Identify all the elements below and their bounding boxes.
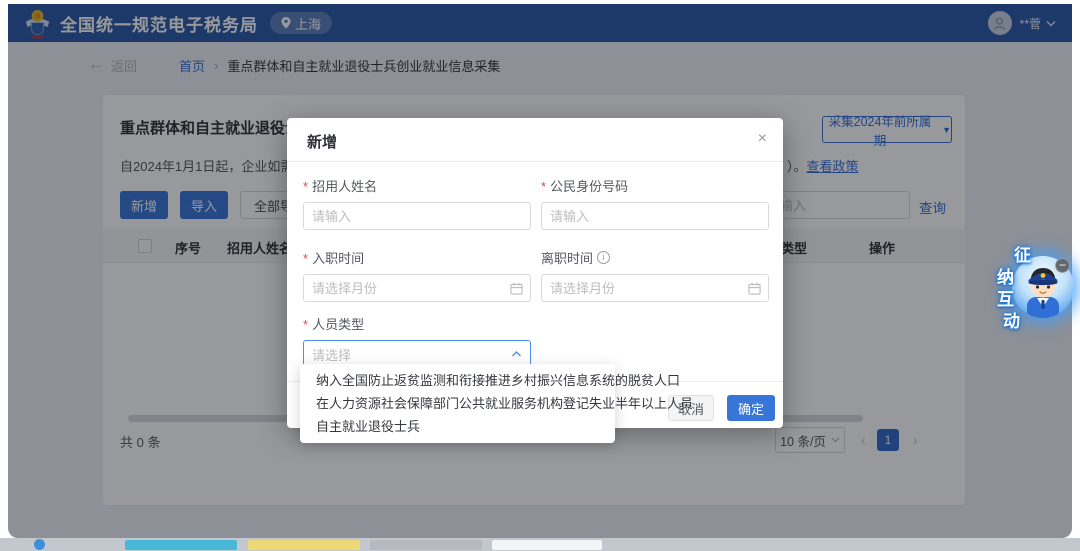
close-icon[interactable]: × [758,129,767,149]
modal-header: 新增 × [287,118,783,162]
select-placeholder: 请选择 [312,345,351,364]
hire-date-input[interactable] [303,274,531,302]
widget-char-zheng: 征 [1014,241,1031,266]
tax-interaction-widget[interactable]: 征 纳 互 动 − [995,235,1080,335]
field-hire-date: 入职时间 [303,248,531,302]
dropdown-option[interactable]: 纳入全国防止返贫监测和衔接推进乡村振兴信息系统的脱贫人口 [300,369,615,392]
field-label: 入职时间 [303,248,364,267]
field-label: 招用人姓名 [303,176,377,195]
field-label: 人员类型 [303,314,364,333]
citizen-id-input[interactable] [541,202,769,230]
taskbar-item[interactable] [248,540,360,550]
os-taskbar [0,538,1080,551]
confirm-button[interactable]: 确定 [727,395,775,421]
field-leave-date: 离职时间 i [541,248,769,302]
dropdown-option[interactable]: 在人力资源社会保障部门公共就业服务机构登记失业半年以上人员 [300,392,615,415]
person-type-dropdown: 纳入全国防止返贫监测和衔接推进乡村振兴信息系统的脱贫人口 在人力资源社会保障部门… [300,364,615,443]
field-label: 公民身份号码 [541,176,628,195]
hired-name-input[interactable] [303,202,531,230]
screen: 全国统一规范电子税务局 上海 **菅 [0,0,1080,551]
leave-date-input[interactable] [541,274,769,302]
taskbar-item[interactable] [125,540,237,550]
taskbar-item[interactable] [34,539,45,550]
dropdown-option[interactable]: 自主就业退役士兵 [300,415,615,438]
taskbar-item[interactable] [370,540,482,550]
widget-minimize-icon[interactable]: − [1055,258,1070,273]
calendar-icon [510,282,523,295]
info-circle-icon[interactable]: i [597,251,610,264]
field-person-type: 人员类型 请选择 [303,314,531,368]
field-label: 离职时间 [541,248,593,267]
calendar-icon [748,282,761,295]
widget-char-dong: 动 [1003,307,1020,332]
add-modal: 新增 × 招用人姓名 公民身份号码 入职时间 [287,118,783,428]
field-hired-name: 招用人姓名 [303,176,531,230]
chevron-up-icon [511,350,522,358]
taskbar-item[interactable] [492,540,602,550]
field-citizen-id: 公民身份号码 [541,176,769,230]
modal-title: 新增 [307,131,337,152]
